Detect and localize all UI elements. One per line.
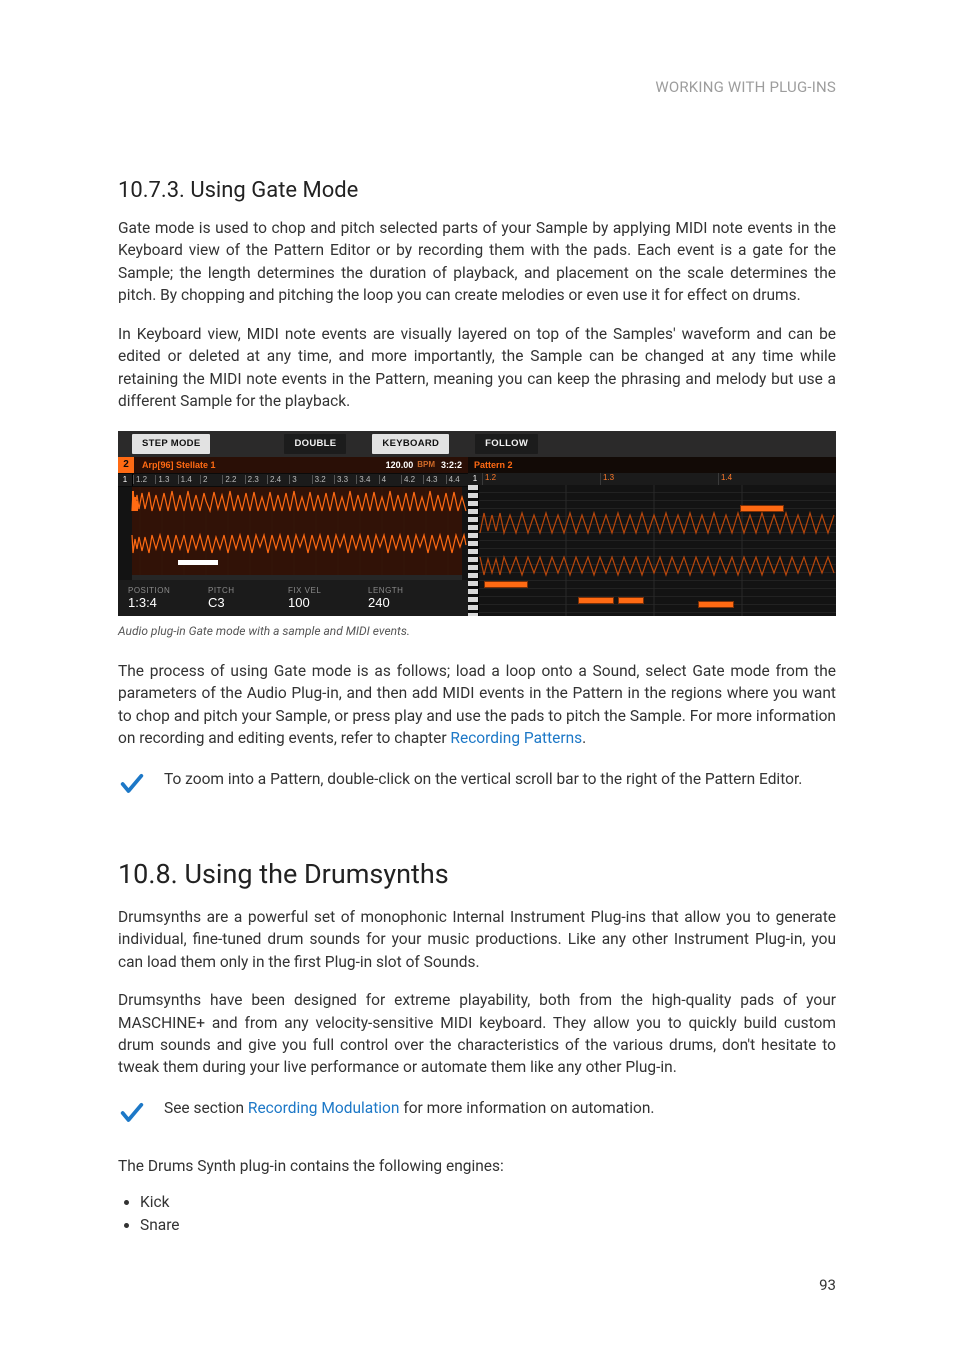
figure-toolbar: STEP MODE DOUBLE KEYBOARD FOLLOW (118, 431, 836, 457)
ruler-tick: 4 (379, 475, 401, 484)
time-signature: 3:2:2 (441, 460, 462, 470)
check-icon (118, 770, 146, 798)
bpm-unit: BPM (417, 460, 435, 469)
midi-note[interactable] (484, 581, 528, 588)
param-pitch: PITCH C3 (208, 586, 288, 610)
ruler-tick: 4.2 (401, 475, 423, 484)
param-position: POSITION 1:3:4 (128, 586, 208, 610)
ruler-tick: 2.3 (245, 475, 267, 484)
pattern-label: Pattern 2 (474, 460, 513, 470)
keyboard-button[interactable]: KEYBOARD (372, 434, 449, 454)
paragraph-text: . (582, 729, 586, 747)
ruler-start: 1 (468, 473, 482, 485)
link-recording-modulation[interactable]: Recording Modulation (248, 1099, 400, 1117)
section-heading-drumsynths: 10.8. Using the Drumsynths (118, 858, 836, 890)
paragraph: Drumsynths are a powerful set of monopho… (118, 906, 836, 973)
tip-box: To zoom into a Pattern, double-click on … (118, 768, 836, 798)
ruler-tick: 3.3 (334, 475, 356, 484)
ruler-tick: 1.4 (178, 475, 200, 484)
engines-list: Kick Snare (118, 1193, 836, 1234)
sound-name: Arp[96] Stellate 1 (140, 460, 386, 470)
ruler-tick: 1.4 (718, 473, 836, 485)
sample-ruler: 1 1.2 1.3 1.4 2 2.2 2.3 2.4 3 3.2 3.3 3.… (118, 473, 468, 487)
param-length: LENGTH 240 (368, 586, 448, 610)
ruler-tick: 1.2 (482, 473, 600, 485)
param-value[interactable]: 1:3:4 (128, 595, 208, 610)
param-label: LENGTH (368, 586, 448, 595)
tip-text: To zoom into a Pattern, double-click on … (164, 768, 836, 790)
ruler-tick: 2.4 (267, 475, 289, 484)
midi-note[interactable] (578, 597, 614, 604)
section-heading-gate-mode: 10.7.3. Using Gate Mode (118, 178, 836, 203)
tip-text-post: for more information on automation. (399, 1099, 654, 1117)
ruler-tick: 3.4 (356, 475, 378, 484)
paragraph: Gate mode is used to chop and pitch sele… (118, 217, 836, 307)
paragraph: The Drums Synth plug-in contains the fol… (118, 1155, 836, 1177)
figure-caption: Audio plug-in Gate mode with a sample an… (118, 624, 836, 638)
pattern-editor-panel: Pattern 2 1 1.2 1.3 1.4 (468, 457, 836, 616)
param-label: POSITION (128, 586, 208, 595)
follow-button[interactable]: FOLLOW (475, 434, 538, 454)
list-item: Snare (140, 1216, 836, 1234)
ruler-tick: 3.2 (312, 475, 334, 484)
pattern-waveform[interactable] (468, 485, 836, 616)
tip-text: See section Recording Modulation for mor… (164, 1097, 836, 1119)
ruler-tick: 2 (200, 475, 222, 484)
list-item: Kick (140, 1193, 836, 1211)
param-value[interactable]: C3 (208, 595, 288, 610)
ruler-start: 1 (118, 474, 133, 486)
gate-mode-screenshot: STEP MODE DOUBLE KEYBOARD FOLLOW 2 Arp[9… (118, 431, 836, 616)
ruler-tick: 4.3 (423, 475, 445, 484)
midi-note[interactable] (698, 601, 734, 608)
pattern-ruler: 1 1.2 1.3 1.4 (468, 473, 836, 485)
ruler-tick: 1.3 (155, 475, 177, 484)
ruler-tick: 1.3 (600, 473, 718, 485)
sample-waveform[interactable] (118, 487, 468, 581)
check-icon (118, 1099, 146, 1127)
param-fixvel: FIX VEL 100 (288, 586, 368, 610)
midi-note[interactable] (618, 597, 644, 604)
param-value[interactable]: 240 (368, 595, 448, 610)
running-header: WORKING WITH PLUG-INS (655, 78, 836, 96)
param-bar: POSITION 1:3:4 PITCH C3 FIX VEL 100 LENG… (118, 580, 468, 615)
step-mode-button[interactable]: STEP MODE (132, 434, 210, 454)
sample-editor-panel: 2 Arp[96] Stellate 1 120.00 BPM 3:2:2 1 … (118, 457, 468, 616)
double-button[interactable]: DOUBLE (284, 434, 346, 454)
tip-box: See section Recording Modulation for mor… (118, 1097, 836, 1127)
link-recording-patterns[interactable]: Recording Patterns (450, 729, 582, 747)
sound-index-badge: 2 (118, 457, 134, 473)
ruler-tick: 1.2 (133, 475, 155, 484)
paragraph: The process of using Gate mode is as fol… (118, 660, 836, 750)
ruler-tick: 2.2 (222, 475, 244, 484)
tip-text-pre: See section (164, 1099, 248, 1117)
paragraph: In Keyboard view, MIDI note events are v… (118, 323, 836, 413)
param-value[interactable]: 100 (288, 595, 368, 610)
midi-note[interactable] (740, 505, 784, 512)
bpm-value: 120.00 (386, 460, 414, 470)
paragraph: Drumsynths have been designed for extrem… (118, 989, 836, 1079)
param-label: PITCH (208, 586, 288, 595)
ruler-tick: 4.4 (446, 475, 468, 484)
param-label: FIX VEL (288, 586, 368, 595)
ruler-tick: 3 (289, 475, 311, 484)
page-number: 93 (819, 1276, 836, 1294)
